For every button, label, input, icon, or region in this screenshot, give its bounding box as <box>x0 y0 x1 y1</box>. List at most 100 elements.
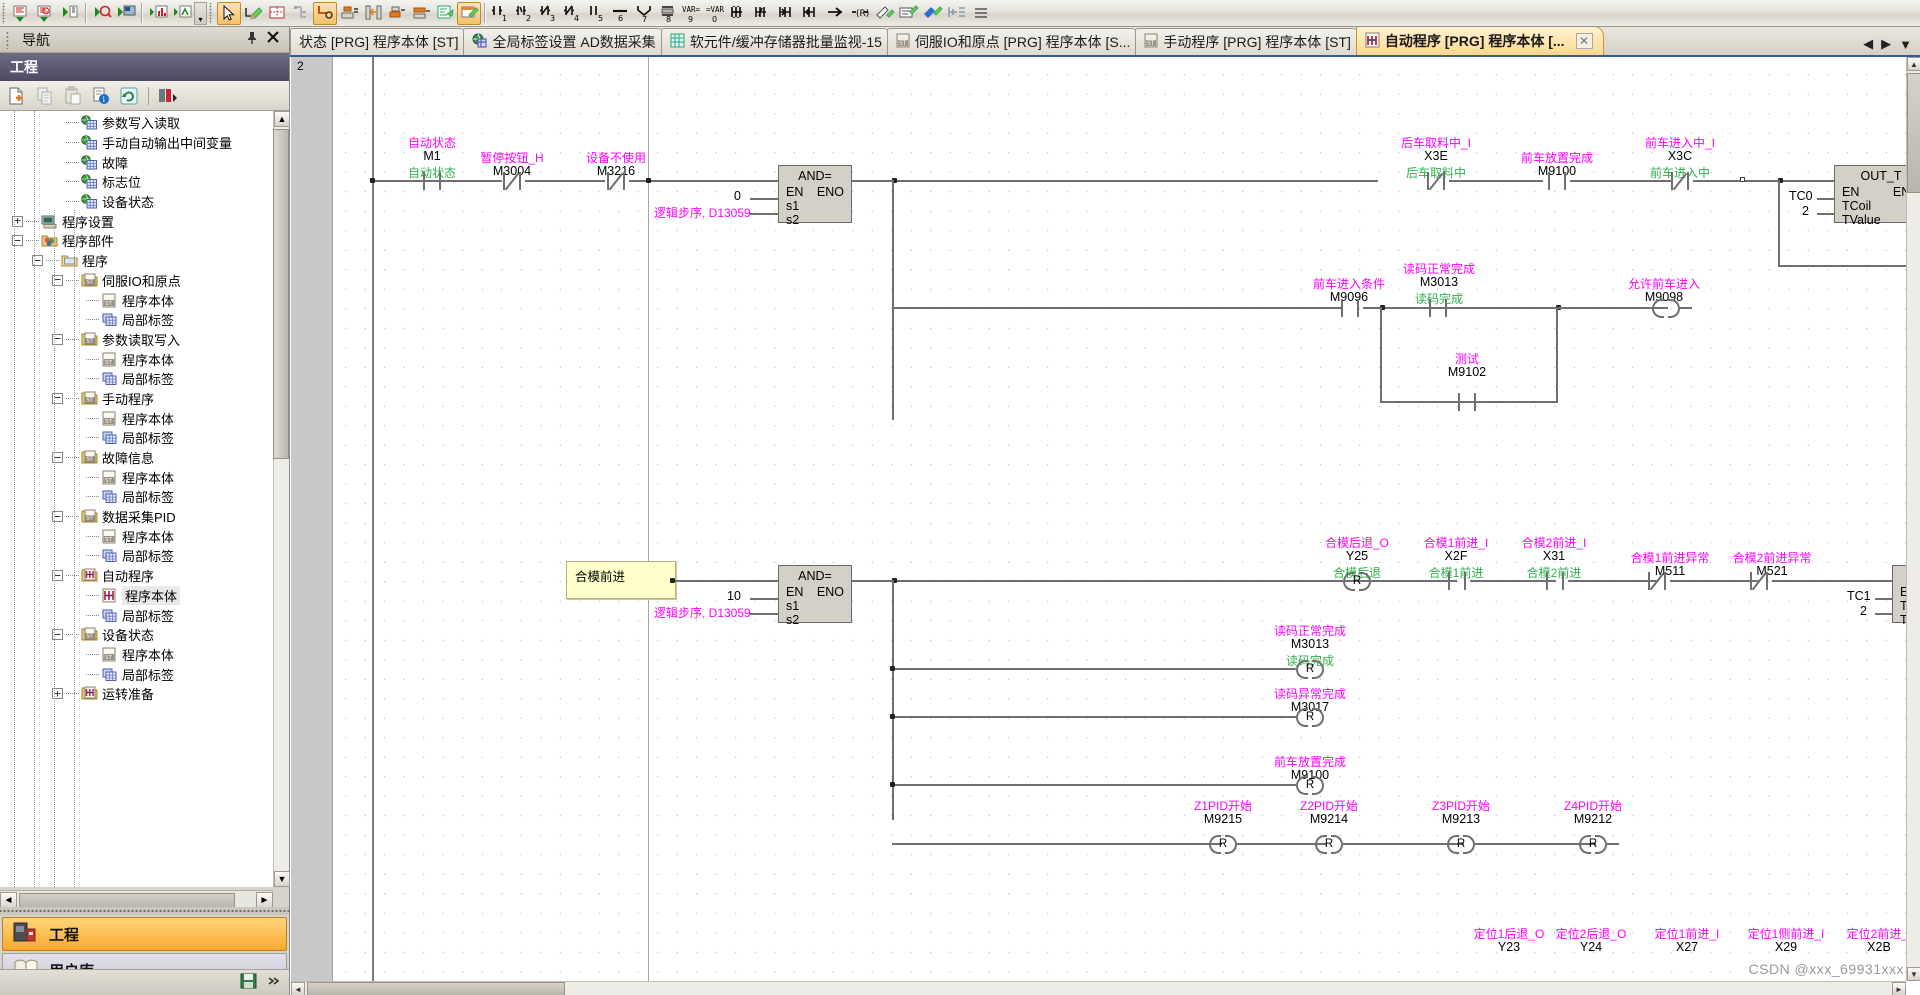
watch-window-icon[interactable] <box>114 2 138 25</box>
reset-coil[interactable]: R <box>1343 572 1371 591</box>
reset-coil[interactable]: R <box>1447 835 1475 854</box>
reset-coil[interactable]: R <box>1296 660 1324 679</box>
tab-global-label-ad[interactable]: 全局标签设置 AD数据采集 <box>463 28 667 55</box>
scroll-up-button[interactable]: ▲ <box>274 111 290 127</box>
branch-no-icon[interactable] <box>729 2 753 25</box>
contact-nc[interactable] <box>499 172 525 190</box>
step-out-icon[interactable] <box>58 2 82 25</box>
ladder-canvas[interactable]: 自动状态 M1 自动状态 暂停按钮_H M3004 设备不使用 M3216 AN… <box>334 57 1906 981</box>
tree-item[interactable]: 局部标签 <box>0 369 273 389</box>
tree-item[interactable]: 程序本体 <box>0 585 273 606</box>
statement-edit-icon[interactable] <box>897 2 921 25</box>
no-pulse-contact-icon[interactable]: 2 <box>513 2 537 25</box>
out-timer-block-2[interactable]: OUT_T EN ENO TCoil TValue <box>1892 565 1906 627</box>
output-coil[interactable] <box>1652 299 1680 318</box>
contact-no[interactable] <box>1425 299 1451 317</box>
scroll-thumb-h[interactable] <box>19 892 235 908</box>
reset-coil[interactable]: R <box>1209 835 1237 854</box>
run-to-cursor-icon[interactable] <box>90 2 114 25</box>
tree-item[interactable]: ST 程序本体 <box>0 408 273 428</box>
delete-cell-icon[interactable] <box>409 2 433 25</box>
tab-device-buffer-monitor[interactable]: 软元件/缓冲存储器批量监视-15 <box>660 28 893 55</box>
contact-no[interactable] <box>419 172 445 190</box>
tab-servo-io-origin[interactable]: ST 伺服IO和原点 [PRG] 程序本体 [S... <box>886 28 1142 55</box>
branch-down-icon[interactable]: 7 <box>633 2 657 25</box>
tree-item[interactable]: 局部标签 <box>0 310 273 330</box>
branch-rise-icon[interactable] <box>777 2 801 25</box>
note-edit-icon[interactable] <box>921 2 945 25</box>
var-write-icon[interactable]: =VAR 0 <box>705 2 729 25</box>
tree-item[interactable]: − 自动程序 <box>0 566 273 586</box>
tab-list-icon[interactable]: ▼ <box>1899 37 1912 52</box>
contact-nc[interactable] <box>1667 172 1693 190</box>
contact-no[interactable] <box>1444 572 1470 590</box>
tab-manual-program[interactable]: ST 手动程序 [PRG] 程序本体 [ST] <box>1135 28 1362 55</box>
tree-item[interactable]: ST 程序本体 <box>0 526 273 546</box>
tree-item[interactable]: 故障 <box>0 152 273 172</box>
tab-close-button[interactable]: ✕ <box>1575 33 1593 49</box>
write-mode-icon[interactable] <box>241 2 265 25</box>
tab-auto-program[interactable]: 自动程序 [PRG] 程序本体 [... ✕ <box>1355 27 1604 55</box>
contact-nc[interactable] <box>1746 572 1772 590</box>
close-icon[interactable] <box>267 31 279 48</box>
toolbar-overflow-icon[interactable]: ▾ <box>194 1 207 25</box>
tree-item[interactable]: ST 程序本体 <box>0 645 273 665</box>
save-icon[interactable] <box>240 972 259 993</box>
tree-item[interactable]: 手动自动输出中间变量 <box>0 133 273 153</box>
coil-icon[interactable]: 5 <box>585 2 609 25</box>
scroll-thumb[interactable] <box>1907 73 1920 193</box>
panel-drag-handle[interactable] <box>6 31 11 49</box>
tree-item[interactable]: − ST 参数读取写入 <box>0 330 273 350</box>
tab-next-icon[interactable]: ▶ <box>1881 36 1891 52</box>
toolbar-more-icon[interactable] <box>969 2 993 25</box>
reset-coil[interactable]: R <box>1296 708 1324 727</box>
delete-line-segment-icon[interactable]: 8 <box>657 2 681 25</box>
and-equal-block[interactable]: AND= EN ENO s1 s2 <box>778 165 852 227</box>
scroll-down-button[interactable]: ▼ <box>1907 967 1920 981</box>
step-into-icon[interactable] <box>10 2 34 25</box>
and-equal-block-2[interactable]: AND= EN ENO s1 s2 <box>778 565 852 627</box>
insert-row-icon[interactable] <box>265 2 289 25</box>
ladder-block-icon[interactable] <box>313 1 337 25</box>
select-mode-icon[interactable] <box>217 1 241 25</box>
insert-cell-icon[interactable] <box>385 2 409 25</box>
tree-item[interactable]: 局部标签 <box>0 605 273 625</box>
scroll-right-button[interactable]: ► <box>1892 982 1906 995</box>
h-line-icon[interactable]: 6 <box>609 2 633 25</box>
delete-line-icon[interactable] <box>361 2 385 25</box>
insert-column-icon[interactable] <box>289 2 313 25</box>
tree-item[interactable]: ST 程序本体 <box>0 349 273 369</box>
tree-item[interactable]: − ST 伺服IO和原点 <box>0 271 273 291</box>
scroll-thumb[interactable] <box>273 129 289 459</box>
properties-icon[interactable]: i <box>88 84 114 108</box>
tree-item[interactable]: − 程序 <box>0 251 273 271</box>
convert-icon[interactable] <box>433 2 457 25</box>
scroll-left-button[interactable]: ◄ <box>291 982 305 995</box>
device-display-icon[interactable] <box>945 2 969 25</box>
tree-item[interactable]: + 运转准备 <box>0 684 273 704</box>
scroll-thumb-h[interactable] <box>307 982 565 995</box>
paste-icon[interactable] <box>60 84 86 108</box>
contact-nc[interactable] <box>1423 172 1449 190</box>
tree-item[interactable]: ST 程序本体 <box>0 290 273 310</box>
tab-prev-icon[interactable]: ◀ <box>1863 36 1873 52</box>
invert-icon[interactable]: (R) <box>849 2 873 25</box>
tree-item[interactable]: + 程序设置 <box>0 211 273 231</box>
reset-coil[interactable]: R <box>1296 776 1324 795</box>
tree-item[interactable]: 局部标签 <box>0 664 273 684</box>
no-contact-icon[interactable]: 1 <box>489 2 513 25</box>
copy-icon[interactable] <box>32 84 58 108</box>
project-tree[interactable]: 参数写入读取 手动自动输出中间变量 故障 标志位 设备状态 + 程序设置 − 程序部件 − 程序 − S… <box>0 111 273 887</box>
jump-icon[interactable] <box>825 2 849 25</box>
tree-item[interactable]: − ST 数据采集PID <box>0 507 273 527</box>
var-read-icon[interactable]: VAR= 9 <box>681 2 705 25</box>
scroll-down-button[interactable]: ▼ <box>274 871 290 887</box>
new-file-icon[interactable] <box>4 84 30 108</box>
ladder-note-box[interactable]: 合模前进 <box>566 561 676 599</box>
tree-item[interactable]: 局部标签 <box>0 487 273 507</box>
comment-edit-icon[interactable] <box>873 2 897 25</box>
scroll-left-button[interactable]: ◄ <box>0 891 17 909</box>
contact-no[interactable] <box>1544 172 1570 190</box>
tree-item[interactable]: − ST 手动程序 <box>0 389 273 409</box>
branch-nc-icon[interactable] <box>753 2 777 25</box>
